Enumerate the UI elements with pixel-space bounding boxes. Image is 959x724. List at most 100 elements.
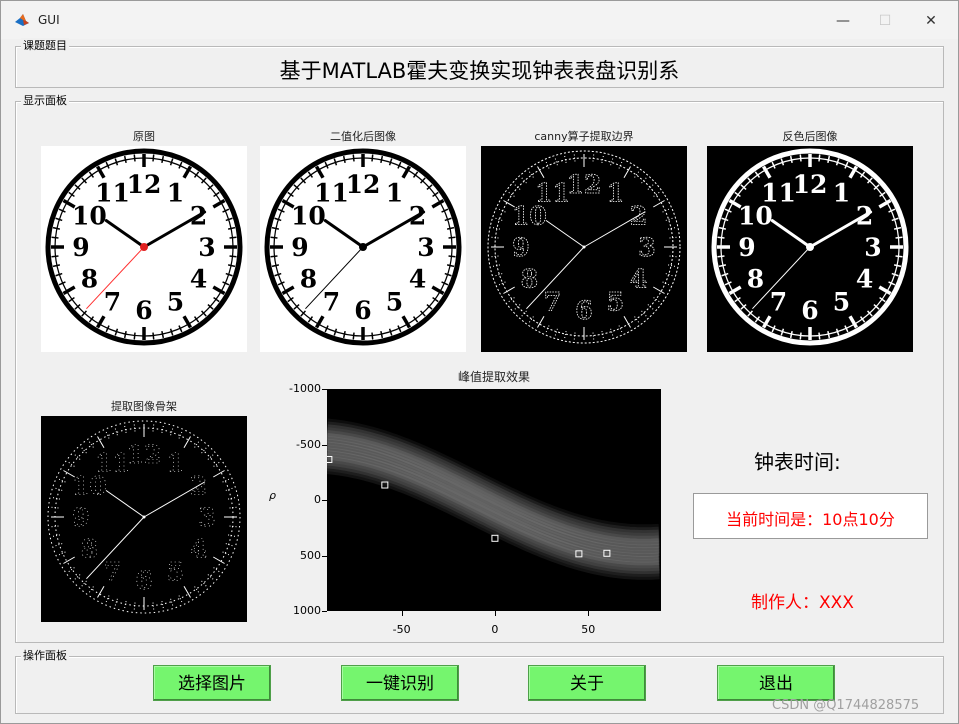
clock-number: 5 — [833, 288, 850, 317]
clock-number: 5 — [167, 558, 184, 587]
clock-number: 7 — [104, 558, 121, 587]
maximize-button[interactable]: ☐ — [870, 9, 900, 33]
clock-number: 6 — [135, 296, 152, 325]
clock-number: 8 — [300, 265, 317, 294]
clock-number: 6 — [354, 296, 371, 325]
clock-number: 7 — [770, 288, 787, 317]
hough-chart-ylabel: ρ — [269, 489, 276, 502]
time-result-text: 当前时间是：10点10分 — [726, 510, 895, 529]
action-panel-label: 操作面板 — [21, 648, 69, 664]
clock-number: 4 — [190, 265, 207, 294]
y-tick-label: 1000 — [293, 604, 321, 617]
clock-number: 11 — [535, 178, 570, 207]
clock-number: 6 — [575, 296, 592, 325]
clock-face-svg: 121234567891011 — [41, 416, 247, 622]
skeleton-image-title: 提取图像骨架 — [111, 400, 177, 413]
csdn-watermark: CSDN @Q1744828575 — [772, 698, 920, 713]
clock-number: 1 — [167, 448, 184, 477]
clock-number: 8 — [81, 535, 98, 564]
clock-number: 7 — [323, 288, 340, 317]
display-panel-label: 显示面板 — [21, 93, 69, 109]
clock-number: 8 — [521, 265, 538, 294]
binary-image-title: 二值化后图像 — [330, 130, 396, 143]
minimize-button[interactable]: — — [828, 9, 858, 33]
about-button[interactable]: 关于 — [528, 665, 646, 701]
close-button[interactable]: ✕ — [916, 9, 946, 33]
x-tick-mark — [401, 611, 403, 616]
clock-number: 3 — [198, 233, 215, 262]
clock-number: 9 — [72, 503, 89, 532]
clock-number: 7 — [544, 288, 561, 317]
time-result-box: 当前时间是：10点10分 — [693, 493, 928, 539]
clock-number: 11 — [95, 178, 130, 207]
clock-number: 1 — [386, 178, 403, 207]
y-tick-label: 500 — [300, 548, 321, 562]
canny-image-title: canny算子提取边界 — [534, 130, 634, 143]
window-title: GUI — [38, 13, 60, 27]
binary-clock-image: 121234567891011 — [260, 146, 466, 352]
hough-chart-plot — [327, 389, 661, 611]
exit-button[interactable]: 退出 — [717, 665, 835, 701]
clock-face-svg: 121234567891011 — [41, 146, 247, 352]
select-image-button[interactable]: 选择图片 — [153, 665, 271, 701]
clock-number: 3 — [864, 233, 881, 262]
recognize-button[interactable]: 一键识别 — [341, 665, 459, 701]
clock-number: 3 — [198, 503, 215, 532]
clock-number: 1 — [833, 178, 850, 207]
clock-number: 5 — [386, 288, 403, 317]
clock-face-svg: 121234567891011 — [707, 146, 913, 352]
y-tick-label: 0 — [314, 493, 321, 506]
x-tick-mark — [494, 611, 496, 616]
clock-number: 1 — [607, 178, 624, 207]
original-image-title: 原图 — [133, 130, 155, 143]
inverted-clock-image: 121234567891011 — [707, 146, 913, 352]
clock-number: 12 — [127, 170, 162, 199]
x-tick-label: -50 — [392, 623, 411, 636]
clock-number: 7 — [104, 288, 121, 317]
inverted-image-title: 反色后图像 — [782, 130, 838, 143]
y-tick-mark — [322, 611, 327, 612]
clock-time-label: 钟表时间: — [754, 450, 841, 474]
clock-face-svg: 121234567891011 — [481, 146, 687, 352]
clock-number: 9 — [291, 233, 308, 262]
matlab-icon — [15, 14, 29, 26]
canny-clock-image: 121234567891011 — [481, 146, 687, 352]
y-tick-label: -1000 — [289, 382, 321, 395]
x-tick-mark — [588, 611, 590, 616]
clock-number: 5 — [607, 288, 624, 317]
clock-number: 3 — [417, 233, 434, 262]
topic-panel: 课题题目 基于MATLAB霍夫变换实现钟表表盘识别系 — [15, 38, 944, 88]
hough-chart-title: 峰值提取效果 — [457, 370, 530, 384]
clock-number: 8 — [747, 265, 764, 294]
clock-number: 12 — [127, 440, 162, 469]
clock-number: 11 — [761, 178, 796, 207]
clock-number: 9 — [738, 233, 755, 262]
x-tick-label: 0 — [491, 623, 499, 636]
clock-number: 4 — [630, 265, 647, 294]
y-tick-label: -500 — [296, 437, 321, 451]
clock-number: 1 — [167, 178, 184, 207]
clock-number: 3 — [638, 233, 655, 262]
author-label: 制作人：XXX — [751, 593, 854, 613]
clock-number: 5 — [167, 288, 184, 317]
clock-number: 6 — [135, 566, 152, 595]
hough-chart-svg — [327, 418, 660, 580]
clock-number: 12 — [346, 170, 381, 199]
clock-number: 11 — [314, 178, 349, 207]
clock-number: 9 — [72, 233, 89, 262]
clock-number: 6 — [801, 296, 818, 325]
skeleton-clock-image: 121234567891011 — [41, 416, 247, 622]
clock-number: 4 — [856, 265, 873, 294]
clock-face-svg: 121234567891011 — [260, 146, 466, 352]
clock-number: 8 — [81, 265, 98, 294]
x-tick-label: 50 — [581, 623, 596, 636]
original-clock-image: 121234567891011 — [41, 146, 247, 352]
title-bar[interactable]: GUI — ☐ ✕ — [1, 1, 958, 39]
clock-number: 11 — [95, 448, 130, 477]
clock-number: 12 — [567, 170, 602, 199]
topic-panel-label: 课题题目 — [21, 38, 69, 54]
clock-number: 12 — [793, 170, 828, 199]
clock-number: 9 — [512, 233, 529, 262]
topic-title: 基于MATLAB霍夫变换实现钟表表盘识别系 — [279, 59, 680, 83]
gui-window: GUI — ☐ ✕ 课题题目 基于MATLAB霍夫变换实现钟表表盘识别系 显示面… — [0, 0, 959, 724]
